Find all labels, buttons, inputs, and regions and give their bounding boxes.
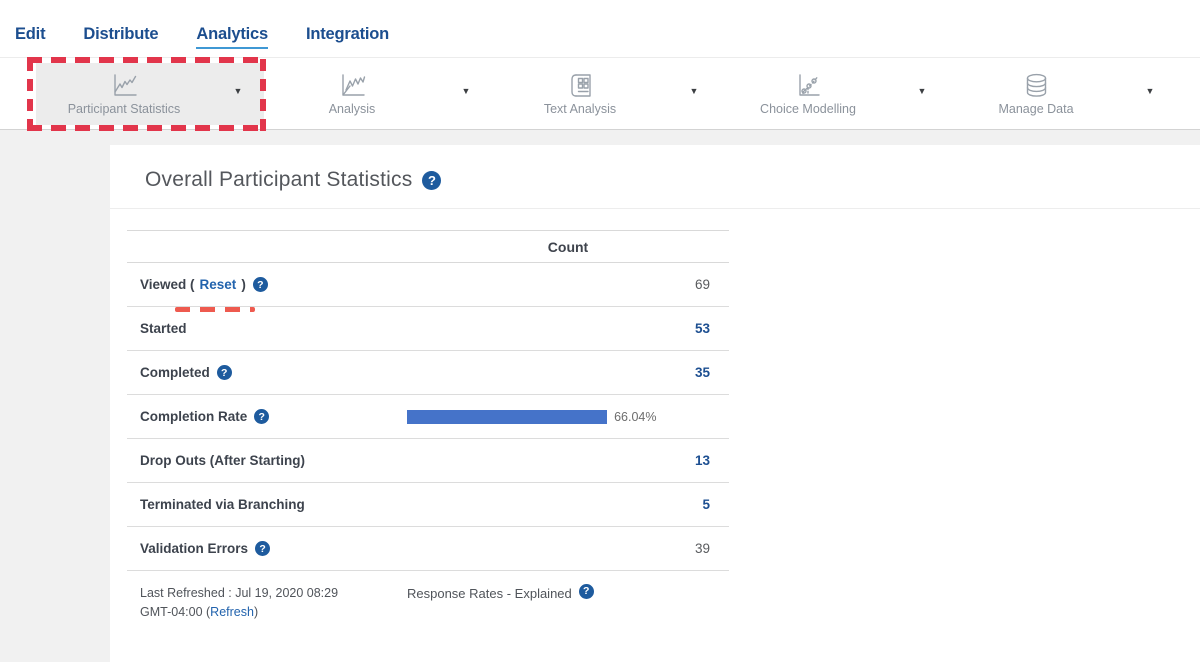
- toolbar-item-label: Text Analysis: [544, 102, 616, 116]
- completed-help-icon[interactable]: ?: [217, 365, 232, 380]
- row-label-text: Viewed (: [140, 277, 195, 292]
- row-value: 53: [407, 321, 729, 336]
- row-value: 5: [407, 497, 729, 512]
- statistics-table: Count Viewed ( Reset ) ? 69 Started 53 C…: [127, 230, 729, 622]
- nav-item-edit[interactable]: Edit: [15, 25, 45, 49]
- choice-modelling-button[interactable]: Choice Modelling: [720, 71, 896, 116]
- count-column-header: Count: [407, 239, 729, 255]
- response-rates-help-icon[interactable]: ?: [579, 584, 594, 599]
- toolbar-item-text-analysis[interactable]: Text Analysis ▼: [492, 63, 720, 125]
- table-row-started: Started 53: [127, 307, 729, 351]
- analysis-button[interactable]: Analysis: [264, 71, 440, 116]
- row-label-text: Completion Rate: [140, 409, 247, 424]
- toolbar-item-analysis[interactable]: Analysis ▼: [264, 63, 492, 125]
- response-rates-explained: Response Rates - Explained ?: [407, 584, 729, 622]
- completion-rate-cell: 66.04%: [407, 410, 729, 424]
- row-label: Validation Errors ?: [127, 541, 407, 556]
- completion-rate-value: 66.04%: [614, 410, 656, 424]
- report-grid-icon: [565, 71, 595, 99]
- toolbar-item-choice-modelling[interactable]: Choice Modelling ▼: [720, 63, 948, 125]
- response-rates-label: Response Rates - Explained: [407, 584, 572, 603]
- toolbar-item-manage-data[interactable]: Manage Data ▼: [948, 63, 1176, 125]
- top-navigation: Edit Distribute Analytics Integration: [0, 0, 1200, 57]
- last-refreshed-line2: GMT-04:00 (Refresh): [140, 603, 407, 622]
- scatter-trend-icon: [793, 71, 823, 99]
- toolbar-item-label: Manage Data: [998, 102, 1073, 116]
- nav-item-analytics[interactable]: Analytics: [196, 25, 268, 49]
- row-label: Viewed ( Reset ) ?: [127, 277, 407, 292]
- last-refreshed-line1: Last Refreshed : Jul 19, 2020 08:29: [140, 584, 407, 603]
- toolbar-item-label: Choice Modelling: [760, 102, 856, 116]
- table-row-validation-errors: Validation Errors ? 39: [127, 527, 729, 571]
- row-label: Completion Rate ?: [127, 409, 407, 424]
- row-value: 35: [407, 365, 729, 380]
- participant-statistics-dropdown-caret[interactable]: ▼: [212, 86, 264, 102]
- trend-chart-icon: [337, 71, 367, 99]
- manage-data-dropdown-caret[interactable]: ▼: [1124, 86, 1176, 102]
- row-label-text: Completed: [140, 365, 210, 380]
- manage-data-button[interactable]: Manage Data: [948, 71, 1124, 116]
- page-title: Overall Participant Statistics: [145, 168, 412, 192]
- choice-modelling-dropdown-caret[interactable]: ▼: [896, 86, 948, 102]
- reset-link[interactable]: Reset: [200, 277, 237, 292]
- nav-item-distribute[interactable]: Distribute: [83, 25, 158, 49]
- table-footer: Last Refreshed : Jul 19, 2020 08:29 GMT-…: [127, 571, 729, 622]
- row-label-text: Drop Outs (After Starting): [140, 453, 305, 468]
- database-icon: [1021, 71, 1051, 99]
- table-row-drop-outs: Drop Outs (After Starting) 13: [127, 439, 729, 483]
- table-header-row: Count: [127, 230, 729, 263]
- toolbar-item-participant-statistics[interactable]: Participant Statistics ▼: [36, 63, 264, 125]
- nav-item-integration[interactable]: Integration: [306, 25, 389, 49]
- text-analysis-dropdown-caret[interactable]: ▼: [668, 86, 720, 102]
- row-label: Started: [127, 321, 407, 336]
- row-label-text: Validation Errors: [140, 541, 248, 556]
- validation-errors-help-icon[interactable]: ?: [255, 541, 270, 556]
- row-value: 69: [407, 277, 729, 292]
- viewed-help-icon[interactable]: ?: [253, 277, 268, 292]
- participant-statistics-button[interactable]: Participant Statistics: [36, 71, 212, 116]
- panel-header: Overall Participant Statistics ?: [110, 145, 1200, 192]
- completion-rate-help-icon[interactable]: ?: [254, 409, 269, 424]
- participant-statistics-panel: Overall Participant Statistics ? Count V…: [110, 145, 1200, 662]
- title-help-icon[interactable]: ?: [422, 171, 441, 190]
- row-label: Terminated via Branching: [127, 497, 407, 512]
- table-row-terminated: Terminated via Branching 5: [127, 483, 729, 527]
- toolbar-item-label: Analysis: [329, 102, 376, 116]
- table-row-completion-rate: Completion Rate ? 66.04%: [127, 395, 729, 439]
- table-row-completed: Completed ? 35: [127, 351, 729, 395]
- row-label: Drop Outs (After Starting): [127, 453, 407, 468]
- row-label-text: Terminated via Branching: [140, 497, 305, 512]
- last-refreshed: Last Refreshed : Jul 19, 2020 08:29 GMT-…: [127, 584, 407, 622]
- title-divider: [110, 208, 1200, 209]
- completion-bar: [407, 410, 607, 424]
- refresh-link[interactable]: Refresh: [210, 605, 254, 619]
- row-label-text: ): [241, 277, 246, 292]
- analysis-dropdown-caret[interactable]: ▼: [440, 86, 492, 102]
- row-label: Completed ?: [127, 365, 407, 380]
- row-label-text: Started: [140, 321, 187, 336]
- line-chart-icon: [109, 71, 139, 99]
- analytics-toolbar: Participant Statistics ▼ Analysis ▼: [0, 57, 1200, 130]
- toolbar-item-label: Participant Statistics: [68, 102, 181, 116]
- row-value: 39: [407, 541, 729, 556]
- row-value: 13: [407, 453, 729, 468]
- table-row-viewed: Viewed ( Reset ) ? 69: [127, 263, 729, 307]
- text-analysis-button[interactable]: Text Analysis: [492, 71, 668, 116]
